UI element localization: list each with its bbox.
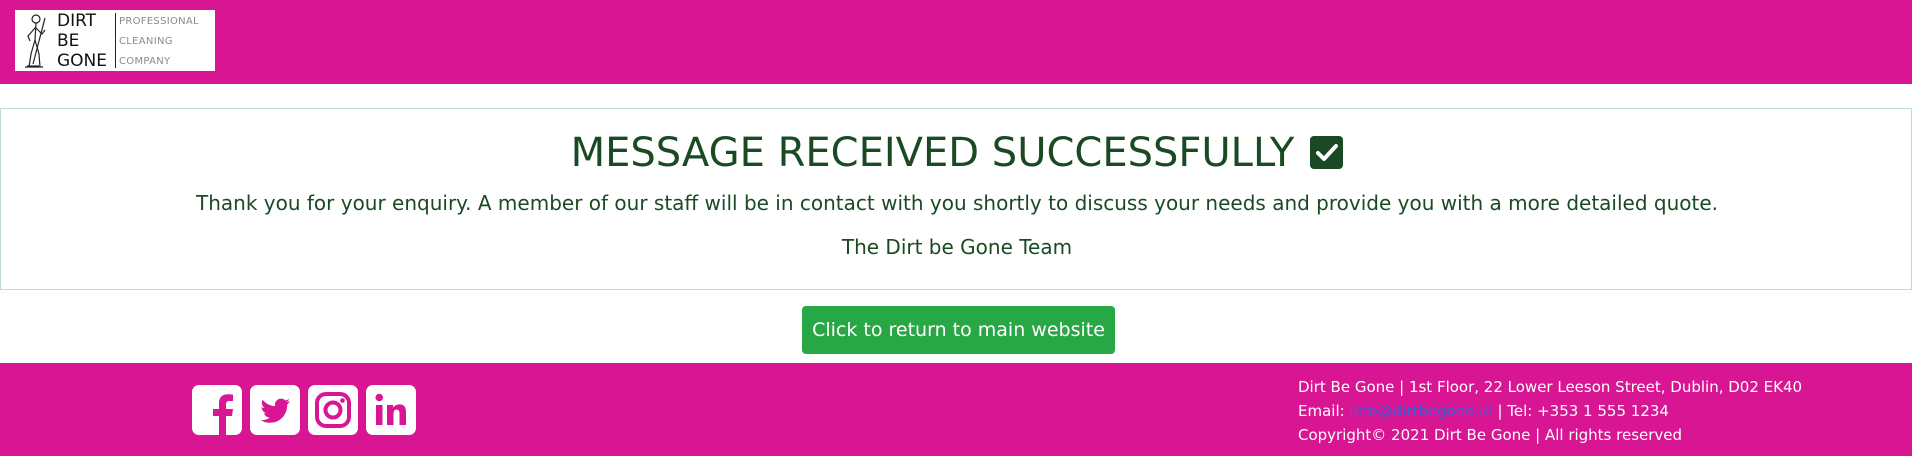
logo-line-gone: GONE xyxy=(57,51,108,71)
confirmation-heading-text: MESSAGE RECEIVED SUCCESSFULLY xyxy=(570,130,1295,176)
confirmation-heading: MESSAGE RECEIVED SUCCESSFULLY xyxy=(1,123,1912,183)
team-signature: The Dirt be Gone Team xyxy=(841,235,1073,259)
telephone: | Tel: +353 1 555 1234 xyxy=(1492,402,1669,420)
facebook-link[interactable] xyxy=(192,385,242,435)
site-footer: Dirt Be Gone | 1st Floor, 22 Lower Leeso… xyxy=(0,363,1912,456)
logo-line-be: BE xyxy=(57,31,80,51)
logo-wordmark: DIRT BE GONE xyxy=(57,10,115,71)
logo-tagline-company: COMPANY xyxy=(119,56,171,67)
twitter-icon xyxy=(250,385,300,435)
logo-tagline-professional: PROFESSIONAL xyxy=(119,16,199,27)
check-square-icon xyxy=(1310,136,1344,169)
email-tel-line: Email: info@dirtbegone.ie | Tel: +353 1 … xyxy=(1298,399,1802,423)
contact-info: Dirt Be Gone | 1st Floor, 22 Lower Leeso… xyxy=(1298,375,1802,447)
linkedin-icon xyxy=(366,385,416,435)
logo-line-dirt: DIRT xyxy=(57,11,97,31)
return-to-website-button[interactable]: Click to return to main website xyxy=(802,306,1115,354)
email-link[interactable]: info@dirtbegone.ie xyxy=(1349,402,1492,420)
cleaner-figure-icon xyxy=(25,14,46,68)
linkedin-link[interactable] xyxy=(366,385,416,435)
instagram-icon xyxy=(308,385,358,435)
logo-tagline: PROFESSIONAL CLEANING COMPANY xyxy=(116,10,199,71)
company-logo[interactable]: DIRT BE GONE PROFESSIONAL CLEANING COMPA… xyxy=(15,10,215,71)
facebook-icon xyxy=(192,385,242,435)
social-links xyxy=(192,385,424,435)
copyright-notice: Copyright© 2021 Dirt Be Gone | All right… xyxy=(1298,426,1683,444)
instagram-link[interactable] xyxy=(308,385,358,435)
email-label: Email: xyxy=(1298,402,1350,420)
twitter-link[interactable] xyxy=(250,385,300,435)
logo-tagline-cleaning: CLEANING xyxy=(119,36,173,47)
confirmation-message: Thank you for your enquiry. A member of … xyxy=(196,191,1718,215)
site-header: DIRT BE GONE PROFESSIONAL CLEANING COMPA… xyxy=(0,0,1912,84)
company-address: Dirt Be Gone | 1st Floor, 22 Lower Leeso… xyxy=(1298,378,1803,396)
confirmation-panel: MESSAGE RECEIVED SUCCESSFULLY Thank you … xyxy=(0,108,1912,290)
